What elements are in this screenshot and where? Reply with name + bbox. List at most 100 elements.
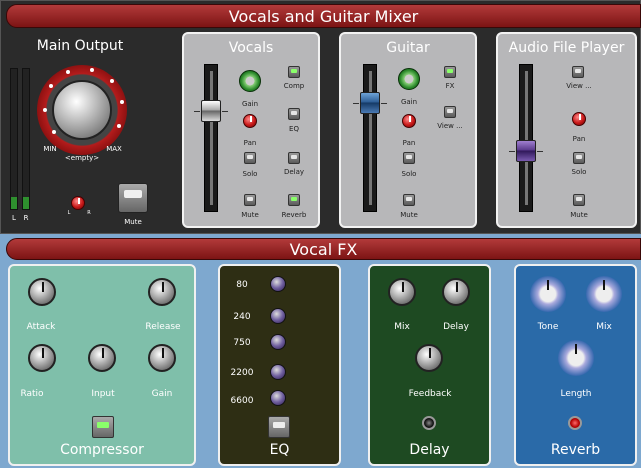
player-solo-toggle[interactable] — [573, 152, 585, 164]
level-meter-right — [22, 68, 30, 210]
player-pan-knob[interactable] — [572, 112, 586, 126]
guitar-title: Guitar — [386, 40, 430, 56]
audio-file-player-title: Audio File Player — [508, 40, 625, 56]
vocals-comp-label: Comp — [283, 82, 305, 90]
vocals-title: Vocals — [228, 40, 274, 56]
vocals-fader-thumb[interactable] — [201, 100, 221, 122]
balance-knob[interactable] — [71, 196, 85, 210]
eq-band-label: 2200 — [230, 368, 254, 378]
delay-mix-knob[interactable] — [388, 278, 416, 306]
vocals-reverb-toggle[interactable] — [288, 194, 300, 206]
compressor-bypass-button[interactable] — [92, 416, 114, 438]
guitar-view-toggle[interactable] — [444, 106, 456, 118]
main-mute-button[interactable] — [118, 183, 148, 213]
vocals-gain-label: Gain — [241, 100, 259, 108]
reverb-tone-label: Tone — [537, 322, 559, 332]
reverb-length-knob[interactable] — [558, 340, 594, 376]
main-mute-label: Mute — [124, 218, 142, 226]
meter-left-label: L — [12, 214, 16, 222]
guitar-channel-panel: Guitar Gain Pan Solo Mute FX View ... — [339, 32, 477, 228]
guitar-fx-label: FX — [445, 82, 455, 90]
balance-left-label: L — [67, 210, 71, 216]
vocals-mute-label: Mute — [241, 211, 259, 219]
meter-right-label: R — [23, 214, 29, 222]
vocal-fx-title-bar: Vocal FX — [6, 238, 641, 260]
vocals-delay-label: Delay — [283, 168, 305, 176]
comp-gain-knob[interactable] — [148, 344, 176, 372]
vocals-solo-toggle[interactable] — [244, 152, 256, 164]
knob-scale-dot — [43, 108, 47, 112]
eq-band-label: 80 — [236, 280, 248, 290]
guitar-pan-label: Pan — [402, 139, 416, 147]
eq-band-knob-2200[interactable] — [270, 364, 286, 380]
attack-knob[interactable] — [28, 278, 56, 306]
knob-scale-dot — [90, 68, 94, 72]
vocals-solo-label: Solo — [242, 170, 258, 178]
input-knob[interactable] — [88, 344, 116, 372]
player-view-toggle[interactable] — [572, 66, 584, 78]
eq-band-label: 240 — [233, 312, 251, 322]
main-output-title: Main Output — [36, 38, 124, 54]
eq-band-knob-750[interactable] — [270, 334, 286, 350]
vocals-delay-toggle[interactable] — [288, 152, 300, 164]
eq-title: EQ — [269, 442, 290, 458]
mixer-window: Vocals and Guitar Mixer Main Output L R … — [0, 0, 641, 468]
vocals-fader-track[interactable] — [204, 64, 218, 212]
player-pan-label: Pan — [572, 135, 586, 143]
main-volume-knob[interactable] — [52, 80, 112, 140]
vocals-comp-toggle[interactable] — [288, 66, 300, 78]
guitar-mute-toggle[interactable] — [403, 194, 415, 206]
comp-gain-label: Gain — [151, 389, 173, 399]
vocals-eq-toggle[interactable] — [288, 108, 300, 120]
guitar-fader-thumb[interactable] — [360, 92, 380, 114]
vocals-mute-toggle[interactable] — [244, 194, 256, 206]
guitar-fx-toggle[interactable] — [444, 66, 456, 78]
balance-right-label: R — [87, 210, 91, 216]
compressor-title: Compressor — [60, 442, 144, 458]
player-fader-track[interactable] — [519, 64, 533, 212]
guitar-view-label: View ... — [437, 122, 463, 130]
release-knob[interactable] — [148, 278, 176, 306]
guitar-gain-label: Gain — [400, 98, 418, 106]
vocals-pan-knob[interactable] — [243, 114, 257, 128]
delay-panel: Mix Delay Feedback Delay — [368, 264, 491, 466]
delay-mix-label: Mix — [394, 322, 410, 332]
input-label: Input — [91, 389, 115, 399]
player-mute-label: Mute — [570, 211, 588, 219]
eq-band-label: 6600 — [230, 396, 254, 406]
guitar-pan-knob[interactable] — [402, 114, 416, 128]
audio-file-player-panel: Audio File Player View ... Pan Solo Mute — [496, 32, 637, 228]
guitar-solo-toggle[interactable] — [403, 152, 415, 164]
eq-band-knob-80[interactable] — [270, 276, 286, 292]
knob-min-label: MIN — [43, 145, 57, 153]
player-mute-toggle[interactable] — [573, 194, 585, 206]
knob-max-label: MAX — [106, 145, 122, 153]
reverb-mix-knob[interactable] — [586, 276, 622, 312]
knob-scale-dot — [49, 84, 53, 88]
release-label: Release — [145, 322, 181, 332]
reverb-tone-knob[interactable] — [530, 276, 566, 312]
delay-time-knob[interactable] — [442, 278, 470, 306]
ratio-knob[interactable] — [28, 344, 56, 372]
reverb-mix-label: Mix — [596, 322, 612, 332]
vocals-gain-knob[interactable] — [239, 70, 261, 92]
eq-band-knob-6600[interactable] — [270, 390, 286, 406]
attack-label: Attack — [26, 322, 56, 332]
guitar-solo-label: Solo — [401, 170, 417, 178]
knob-scale-dot — [117, 124, 121, 128]
delay-led — [422, 416, 436, 430]
player-view-label: View ... — [566, 82, 592, 90]
knob-scale-dot — [52, 130, 56, 134]
reverb-title: Reverb — [550, 442, 601, 458]
guitar-fader-track[interactable] — [363, 64, 377, 212]
eq-bypass-button[interactable] — [268, 416, 290, 438]
player-fader-thumb[interactable] — [516, 140, 536, 162]
delay-feedback-label: Feedback — [408, 389, 452, 399]
reverb-length-label: Length — [560, 389, 592, 399]
guitar-gain-knob[interactable] — [398, 68, 420, 90]
mixer-title-bar: Vocals and Guitar Mixer — [6, 4, 641, 28]
eq-band-knob-240[interactable] — [270, 308, 286, 324]
delay-feedback-knob[interactable] — [415, 344, 443, 372]
vocals-eq-label: EQ — [289, 125, 299, 133]
reverb-panel: Tone Mix Length Reverb — [514, 264, 637, 466]
